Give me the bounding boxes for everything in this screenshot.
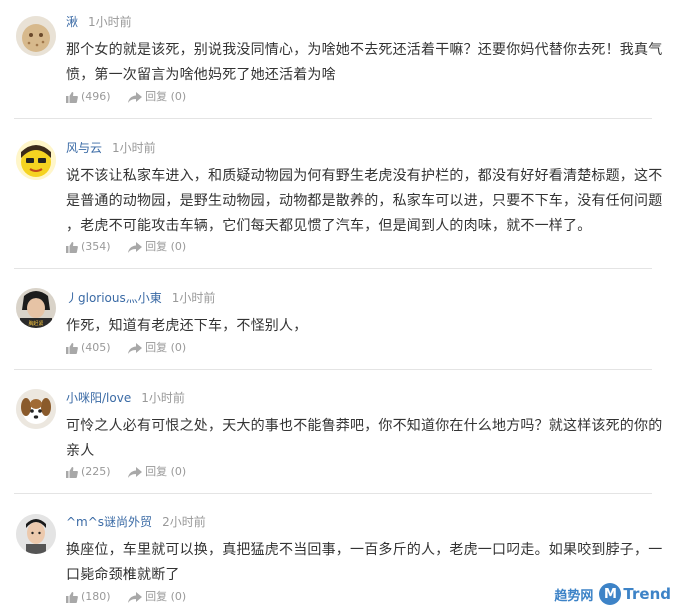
avatar[interactable] [16, 140, 56, 180]
thumbs-up-icon [66, 342, 78, 354]
avatar[interactable] [16, 16, 56, 56]
reply-button[interactable]: 回复 (0) [128, 90, 186, 104]
reply-button[interactable]: 回复 (0) [128, 590, 186, 604]
avatar-image [16, 514, 56, 554]
reply-button[interactable]: 回复 (0) [128, 240, 186, 254]
like-button[interactable]: (225) [66, 465, 111, 479]
like-count: (354) [81, 240, 111, 253]
comment-text: 作死，知道有老虎还下车，不怪别人， [66, 314, 664, 339]
reply-count: (0) [170, 90, 187, 103]
comment-text-line: 换座位，车里就可以换，真把猛虎不当回事，一百多斤的人，老虎一口叼走。如果咬到脖子… [66, 542, 663, 558]
reply-count: (0) [170, 341, 187, 354]
comment-text-line: 亲人 [66, 443, 95, 459]
username-link[interactable]: 小咪阳/love [66, 391, 131, 405]
avatar-image [16, 389, 56, 429]
thumbs-up-icon [66, 466, 78, 478]
comment-text: 那个女的就是该死，别说我没同情心，为啥她不去死还活着干嘛？还要你妈代替你去死！我… [66, 38, 664, 88]
reply-label: 回复 [145, 240, 168, 253]
thumbs-up-icon [66, 91, 78, 103]
avatar-image [16, 16, 56, 56]
comment-text-line: 说不该让私家车进入，和质疑动物园为何有野生老虎没有护栏的，都没有好好看清楚标题，… [66, 168, 663, 184]
avatar[interactable] [16, 389, 56, 429]
comment-text-line: ，老虎不可能攻击车辆，它们每天都见惯了汽车，但是闻到人的肉味，就不一样了。 [66, 218, 592, 234]
comment-text: 说不该让私家车进入，和质疑动物园为何有野生老虎没有护栏的，都没有好好看清楚标题，… [66, 164, 664, 239]
like-button[interactable]: (354) [66, 240, 111, 254]
thumbs-up-icon [66, 241, 78, 253]
like-count: (225) [81, 465, 111, 478]
reply-label: 回复 [145, 590, 168, 603]
like-count: (180) [81, 590, 111, 603]
comment-text: 换座位，车里就可以换，真把猛虎不当回事，一百多斤的人，老虎一口叼走。如果咬到脖子… [66, 538, 664, 588]
divider [14, 118, 652, 119]
watermark-trend-text: Trend [623, 585, 671, 603]
like-count: (405) [81, 341, 111, 354]
watermark: 趋势网 M Trend [554, 583, 671, 605]
username-link[interactable]: 丿glorious灬小東 [66, 291, 162, 305]
username-link[interactable]: 湫 [66, 15, 78, 29]
comment-text: 可怜之人必有可恨之处，天大的事也不能鲁莽吧，你不知道你在什么地方吗？就这样该死的… [66, 414, 664, 464]
comment-text-line: 愤，第一次留言为啥他妈死了她还活着为啥 [66, 67, 336, 83]
like-button[interactable]: (496) [66, 90, 111, 104]
reply-arrow-icon [128, 91, 143, 103]
comment-text-line: 是普通的动物园，是野生动物园，动物都是散养的，私家车可以进，只要不下车，没有任何… [66, 193, 663, 209]
reply-arrow-icon [128, 466, 143, 478]
reply-label: 回复 [145, 465, 168, 478]
reply-arrow-icon [128, 342, 143, 354]
timestamp: 1小时前 [171, 291, 216, 305]
username-link[interactable]: 风与云 [66, 141, 102, 155]
divider [14, 493, 652, 494]
like-button[interactable]: (405) [66, 341, 111, 355]
like-count: (496) [81, 90, 111, 103]
avatar[interactable] [16, 514, 56, 554]
comment-text-line: 可怜之人必有可恨之处，天大的事也不能鲁莽吧，你不知道你在什么地方吗？就这样该死的… [66, 418, 663, 434]
divider [14, 369, 652, 370]
reply-label: 回复 [145, 90, 168, 103]
timestamp: 1小时前 [88, 15, 132, 29]
avatar[interactable]: 胸赶紧 [16, 288, 56, 328]
username-link[interactable]: ^m^s谜尚外贸 [66, 515, 152, 529]
reply-button[interactable]: 回复 (0) [128, 341, 186, 355]
comment-text-line: 那个女的就是该死，别说我没同情心，为啥她不去死还活着干嘛？还要你妈代替你去死！我… [66, 42, 663, 58]
reply-label: 回复 [145, 341, 168, 354]
reply-count: (0) [170, 240, 187, 253]
avatar-image [16, 140, 56, 180]
divider [14, 268, 652, 269]
reply-count: (0) [170, 465, 187, 478]
timestamp: 1小时前 [112, 141, 156, 155]
timestamp: 2小时前 [162, 515, 206, 529]
reply-arrow-icon [128, 591, 143, 603]
avatar-tag-text: 胸赶紧 [28, 320, 43, 327]
like-button[interactable]: (180) [66, 590, 111, 604]
reply-count: (0) [170, 590, 187, 603]
reply-arrow-icon [128, 241, 143, 253]
thumbs-up-icon [66, 591, 78, 603]
watermark-cn-text: 趋势网 [554, 588, 594, 604]
comment-text-line: 作死，知道有老虎还下车，不怪别人， [66, 318, 308, 334]
watermark-logo-icon: M [599, 583, 622, 605]
timestamp: 1小时前 [141, 391, 185, 405]
avatar-image: 胸赶紧 [16, 288, 56, 328]
reply-button[interactable]: 回复 (0) [128, 465, 186, 479]
